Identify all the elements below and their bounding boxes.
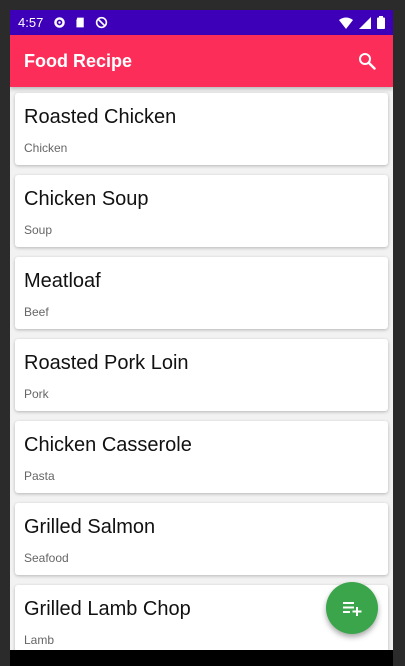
search-button[interactable] bbox=[355, 49, 379, 73]
recipe-title: Roasted Pork Loin bbox=[24, 352, 189, 374]
recipe-card[interactable]: Roasted Pork Loin Pork bbox=[15, 339, 388, 411]
recipe-title: Chicken Casserole bbox=[24, 434, 192, 456]
recipe-card[interactable]: Meatloaf Beef bbox=[15, 257, 388, 329]
system-nav-bar bbox=[10, 650, 393, 666]
recipe-card[interactable]: Chicken Soup Soup bbox=[15, 175, 388, 247]
recipe-title: Roasted Chicken bbox=[24, 106, 177, 128]
playlist-add-icon bbox=[343, 602, 362, 616]
search-icon bbox=[359, 53, 376, 70]
do-not-disturb-icon bbox=[96, 16, 108, 29]
app-bar: Food Recipe bbox=[10, 35, 393, 87]
recipe-category: Pasta bbox=[24, 469, 55, 483]
device-screen: 4:57 Food Recipe Roasted Chicken Chicken… bbox=[10, 10, 393, 666]
recipe-category: Seafood bbox=[24, 551, 69, 565]
recipe-card[interactable]: Roasted Chicken Chicken bbox=[15, 93, 388, 165]
recipe-card[interactable]: Grilled Salmon Seafood bbox=[15, 503, 388, 575]
status-right bbox=[339, 16, 385, 29]
recipe-category: Soup bbox=[24, 223, 53, 237]
status-time: 4:57 bbox=[18, 15, 44, 30]
recipe-category: Pork bbox=[24, 387, 49, 401]
recipe-title: Grilled Salmon bbox=[24, 516, 156, 538]
recipe-title: Chicken Soup bbox=[24, 188, 149, 210]
recipe-category: Lamb bbox=[24, 633, 55, 647]
settings-icon bbox=[54, 17, 66, 28]
sd-card-icon bbox=[76, 17, 85, 28]
signal-icon bbox=[359, 16, 371, 29]
wifi-icon bbox=[339, 17, 353, 29]
add-recipe-button[interactable] bbox=[326, 582, 378, 634]
battery-icon bbox=[377, 16, 385, 29]
recipe-category: Beef bbox=[24, 305, 49, 319]
recipe-category: Chicken bbox=[24, 141, 68, 155]
recipe-card[interactable]: Chicken Casserole Pasta bbox=[15, 421, 388, 493]
app-title: Food Recipe bbox=[24, 50, 133, 71]
recipe-title: Meatloaf bbox=[24, 270, 101, 292]
recipe-list[interactable]: Roasted Chicken Chicken Chicken Soup Sou… bbox=[10, 87, 393, 650]
status-bar: 4:57 bbox=[10, 10, 393, 35]
